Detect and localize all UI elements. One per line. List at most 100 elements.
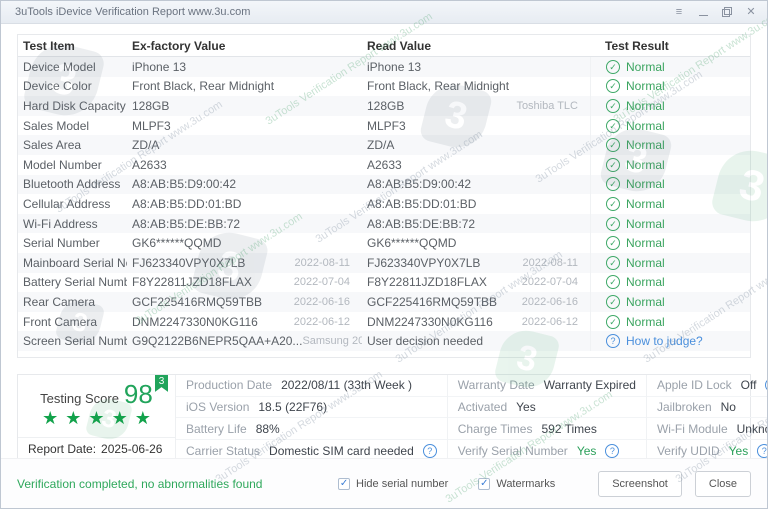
table-body: Device Model iPhone 13 iPhone 13 ✓ Normal Dev… <box>18 57 750 351</box>
summary-panel: 3 Testing Score 98 ★★★★★ Report Date: 20… <box>17 373 767 462</box>
detail-label: iOS Version <box>186 400 250 415</box>
test-result-cell: ✓ Normal <box>590 213 750 234</box>
close-button[interactable]: Close <box>694 470 751 497</box>
read-value-cell: User decision needed <box>362 334 590 348</box>
read-extra: 2022-07-04 <box>521 276 578 289</box>
read-value-cell: A8:AB:B5:D9:00:42 <box>362 177 590 191</box>
help-icon[interactable]: ? <box>757 443 767 458</box>
test-item-cell: Model Number <box>23 157 102 172</box>
table-row: Front Camera DNM2247330N0KG116 2022-06-12 D… <box>18 311 750 332</box>
test-item-cell: Wi-Fi Address <box>23 216 98 231</box>
detail-value: Unknown <box>736 421 767 436</box>
ex-factory-value: A8:AB:B5:D9:00:42 <box>132 177 237 192</box>
detail-row: iOS Version 18.5 (22F76) <box>176 397 447 419</box>
detail-value: 18.5 (22F76) <box>258 400 328 415</box>
ex-factory-value: A8:AB:B5:DE:BB:72 <box>132 216 241 231</box>
help-icon[interactable]: ? <box>422 443 437 458</box>
detail-row: Warranty Date Warranty Expired <box>447 375 646 397</box>
how-to-judge-link[interactable]: How to judge? <box>626 334 703 348</box>
ex-factory-value: A8:AB:B5:DD:01:BD <box>132 196 242 211</box>
table-row: Cellular Address A8:AB:B5:DD:01:BD A8:AB:B… <box>18 194 750 214</box>
restore-icon[interactable] <box>721 6 733 18</box>
read-value-cell: FJ623340VPY0X7LB 2022-08-11 <box>362 256 590 270</box>
read-extra: 2022-06-16 <box>521 295 578 308</box>
test-item-cell: Mainboard Serial No. <box>23 255 127 270</box>
test-item-cell: Hard Disk Capacity <box>23 98 126 113</box>
checkbox-label: Watermarks <box>496 477 556 490</box>
checkbox-icon[interactable]: ✓ <box>338 477 351 490</box>
test-item-cell: Battery Serial Number <box>23 275 127 290</box>
check-circle-icon: ✓ <box>606 98 620 113</box>
read-value-cell: GK6******QQMD <box>362 236 590 250</box>
footer: Verification completed, no abnormalities… <box>1 458 767 508</box>
ex-factory-value-cell: A8:AB:B5:DD:01:BD <box>127 197 362 211</box>
read-value-cell: A8:AB:B5:DE:BB:72 <box>362 217 590 231</box>
read-value: User decision needed <box>367 334 484 349</box>
checkbox-hide-serial-number[interactable]: ✓ Hide serial number <box>338 477 448 490</box>
table-row: Battery Serial Number F8Y22811JZD18FLAX 20… <box>18 272 750 293</box>
ex-factory-value: A2633 <box>132 157 167 172</box>
detail-label: Production Date <box>186 378 273 393</box>
detail-row: Battery Life 88% <box>176 418 447 441</box>
ex-factory-value-cell: GK6******QQMD <box>127 236 362 250</box>
testing-score-label: Testing Score <box>40 390 119 406</box>
check-circle-icon: ✓ <box>606 255 620 270</box>
report-date-label: Report Date: <box>28 442 97 457</box>
table-row: Hard Disk Capacity 128GB 128GB Toshiba TLC ✓… <box>18 96 750 116</box>
test-result-normal: Normal <box>626 59 665 74</box>
read-value: A8:AB:B5:D9:00:42 <box>367 177 472 192</box>
ex-factory-value: DNM2247330N0KG116 <box>132 314 258 329</box>
test-result-cell: ✓ Normal <box>590 194 750 214</box>
read-value-cell: A2633 <box>362 158 590 172</box>
test-result-normal: Normal <box>626 236 665 251</box>
ex-factory-extra: 2022-07-04 <box>293 276 350 289</box>
test-result-cell: ✓ Normal <box>590 272 750 293</box>
test-item-cell: Device Model <box>23 59 96 74</box>
test-result-cell: ✓ Normal <box>590 135 750 155</box>
test-item-cell: Bluetooth Address <box>23 177 121 192</box>
test-result-normal: Normal <box>626 216 665 231</box>
detail-label: Carrier Status <box>186 443 261 458</box>
read-value-cell: iPhone 13 <box>362 60 590 74</box>
minimize-icon[interactable] <box>697 6 709 18</box>
close-icon[interactable]: ✕ <box>745 6 757 18</box>
test-item-cell: Screen Serial Number <box>23 334 127 349</box>
read-value: A8:AB:B5:DE:BB:72 <box>367 216 476 231</box>
table-row: Device Model iPhone 13 iPhone 13 ✓ Normal <box>18 57 750 77</box>
window: 3uTools iDevice Verification Report www.… <box>0 0 768 509</box>
checkbox-watermarks[interactable]: ✓ Watermarks <box>478 477 556 490</box>
question-circle-icon[interactable]: ? <box>606 334 620 349</box>
table-row: Rear Camera GCF225416RMQ59TBB 2022-06-16 GC… <box>18 292 750 312</box>
table-row: Mainboard Serial No. FJ623340VPY0X7LB 2022… <box>18 252 750 273</box>
header-test-item: Test Item <box>23 38 75 53</box>
device-details: Production Date 2022/08/11 (33th Week ) iO… <box>176 374 767 461</box>
check-circle-icon: ✓ <box>606 59 620 74</box>
table-row: Device Color Front Black, Rear Midnight Fr… <box>18 76 750 97</box>
test-item-cell: Front Camera <box>23 314 98 329</box>
read-value: A8:AB:B5:DD:01:BD <box>367 196 477 211</box>
ex-factory-extra: 2022-06-12 <box>293 315 350 328</box>
checkbox-icon[interactable]: ✓ <box>478 477 491 490</box>
help-icon[interactable]: ? <box>605 443 620 458</box>
read-value-cell: ZD/A <box>362 138 590 152</box>
star-rating: ★★★★★ <box>42 407 158 428</box>
table-header: Test Item Ex-factory Value Read Value Te… <box>18 35 750 57</box>
titlebar: 3uTools iDevice Verification Report www.… <box>1 1 767 24</box>
detail-value: 88% <box>255 421 280 436</box>
test-result-normal: Normal <box>626 98 665 113</box>
read-extra: Toshiba TLC <box>516 99 578 112</box>
menu-icon[interactable]: ≡ <box>673 6 685 18</box>
detail-value: Yes <box>728 443 749 458</box>
read-value-cell: Front Black, Rear Midnight <box>362 79 590 93</box>
detail-value: Domestic SIM card needed <box>269 443 414 458</box>
ex-factory-value: Front Black, Rear Midnight <box>132 79 275 94</box>
read-extra: 2022-06-12 <box>521 315 578 328</box>
ex-factory-extra: 2022-08-11 <box>294 256 350 269</box>
screenshot-button[interactable]: Screenshot <box>598 470 682 497</box>
table-row: Sales Model MLPF3 MLPF3 ✓ Normal <box>18 115 750 136</box>
window-title: 3uTools iDevice Verification Report www.… <box>15 6 251 18</box>
test-result-normal: Normal <box>626 138 665 153</box>
test-result-cell: ✓ Normal <box>590 154 750 175</box>
detail-value: Yes <box>576 443 597 458</box>
read-value: F8Y22811JZD18FLAX <box>367 275 487 290</box>
